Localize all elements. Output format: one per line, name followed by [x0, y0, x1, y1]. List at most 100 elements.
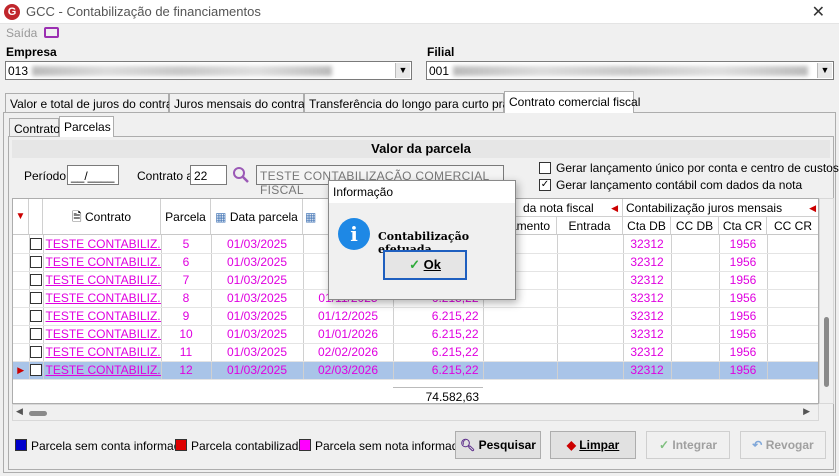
row-checkbox[interactable] [29, 289, 44, 308]
contrato-input[interactable]: 22 [190, 165, 227, 185]
cell-data-parcela[interactable]: 01/03/2025 [211, 325, 304, 344]
collapse-arrow-icon[interactable]: ◀ [809, 203, 816, 214]
table-row[interactable]: TESTE CONTABILIZ... 11 01/03/2025 02/02/202… [13, 343, 818, 362]
col-contrato[interactable]: 🗎 Contrato [43, 199, 161, 235]
row-select-checkbox[interactable] [30, 328, 42, 340]
row-select-checkbox[interactable] [30, 292, 42, 304]
cell-vencimento[interactable]: 01/12/2025 [303, 307, 394, 326]
cell-cta-db[interactable]: 32312 [623, 271, 672, 290]
cell-cc-db[interactable] [671, 343, 720, 362]
menu-exit[interactable]: Saída [6, 26, 37, 40]
cell-entrada[interactable] [557, 253, 624, 272]
cell-cc-cr[interactable] [767, 307, 818, 326]
cell-contrato[interactable]: TESTE CONTABILIZ... [43, 289, 162, 308]
col-entrada[interactable]: Entrada [557, 217, 623, 235]
cell-contrato[interactable]: TESTE CONTABILIZ... [43, 235, 162, 254]
cell-cta-cr[interactable]: 1956 [719, 271, 768, 290]
row-select-checkbox[interactable] [30, 237, 42, 250]
row-checkbox[interactable] [29, 361, 44, 380]
revogar-button[interactable]: ↶ Revogar [740, 431, 826, 459]
cell-entrada[interactable] [557, 307, 624, 326]
row-checkbox[interactable] [29, 235, 44, 254]
table-row[interactable]: TESTE CONTABILIZ... 10 01/03/2025 01/01/202… [13, 325, 818, 344]
cell-lancamento[interactable] [483, 307, 558, 326]
cell-cta-cr[interactable]: 1956 [719, 253, 768, 272]
cell-cta-cr[interactable]: 1956 [719, 289, 768, 308]
ok-button[interactable]: ✓ Ok [383, 250, 467, 280]
cell-valor[interactable]: 6.215,22 [393, 361, 484, 380]
cell-vencimento[interactable]: 01/01/2026 [303, 325, 394, 344]
cell-cta-cr[interactable]: 1956 [719, 307, 768, 326]
cell-entrada[interactable] [557, 235, 624, 254]
subtab-contrato[interactable]: Contrato [9, 118, 60, 137]
cell-contrato[interactable]: TESTE CONTABILIZ... [43, 307, 162, 326]
tab-transferencia[interactable]: Transferência do longo para curto prazo [304, 93, 522, 113]
cell-valor[interactable]: 6.215,22 [393, 307, 484, 326]
cell-data-parcela[interactable]: 01/03/2025 [211, 235, 304, 254]
cell-parcela[interactable]: 12 [161, 361, 212, 380]
cell-cc-cr[interactable] [767, 235, 818, 254]
horizontal-scrollbar[interactable]: ◀ ▶ [12, 404, 819, 421]
col-cta-cr[interactable]: Cta CR [719, 217, 767, 235]
cell-data-parcela[interactable]: 01/03/2025 [211, 307, 304, 326]
periodo-input[interactable]: __/____ [67, 165, 119, 185]
cell-cc-cr[interactable] [767, 271, 818, 290]
cell-contrato[interactable]: TESTE CONTABILIZ... [43, 361, 162, 380]
col-cc-db[interactable]: CC DB [671, 217, 719, 235]
filial-select[interactable]: 001 ▼ [426, 61, 834, 80]
cell-cc-cr[interactable] [767, 289, 818, 308]
cell-entrada[interactable] [557, 361, 624, 380]
cell-entrada[interactable] [557, 271, 624, 290]
cell-contrato[interactable]: TESTE CONTABILIZ... [43, 253, 162, 272]
col-cta-db[interactable]: Cta DB [623, 217, 671, 235]
cell-data-parcela[interactable]: 01/03/2025 [211, 271, 304, 290]
tab-valor-juros[interactable]: Valor e total de juros do contrato [5, 93, 183, 113]
tab-juros-mensais[interactable]: Juros mensais do contrato [169, 93, 315, 113]
cell-valor[interactable]: 6.215,22 [393, 343, 484, 362]
cell-parcela[interactable]: 11 [161, 343, 212, 362]
row-checkbox[interactable] [29, 253, 44, 272]
cell-lancamento[interactable] [483, 343, 558, 362]
cell-cc-db[interactable] [671, 235, 720, 254]
cell-entrada[interactable] [557, 289, 624, 308]
limpar-button[interactable]: ◆ Limpar [550, 431, 636, 459]
cell-cc-cr[interactable] [767, 253, 818, 272]
cell-data-parcela[interactable]: 01/03/2025 [211, 361, 304, 380]
integrar-button[interactable]: ✓ Integrar [646, 431, 730, 459]
cell-cta-cr[interactable]: 1956 [719, 343, 768, 362]
cell-cc-db[interactable] [671, 253, 720, 272]
cell-contrato[interactable]: TESTE CONTABILIZ... [43, 343, 162, 362]
pesquisar-button[interactable]: 🔍︎ Pesquisar [455, 431, 541, 459]
vertical-scrollbar[interactable] [819, 198, 834, 404]
monitor-icon[interactable] [44, 27, 59, 38]
cell-cta-db[interactable]: 32312 [623, 235, 672, 254]
row-checkbox[interactable] [29, 343, 44, 362]
row-checkbox[interactable] [29, 325, 44, 344]
cell-cta-db[interactable]: 32312 [623, 361, 672, 380]
cell-cta-db[interactable]: 32312 [623, 343, 672, 362]
scroll-thumb[interactable] [29, 411, 47, 416]
cell-valor[interactable]: 6.215,22 [393, 325, 484, 344]
cell-data-parcela[interactable]: 01/03/2025 [211, 343, 304, 362]
chevron-down-icon[interactable]: ▼ [817, 63, 832, 78]
cell-cta-db[interactable]: 32312 [623, 289, 672, 308]
close-button[interactable]: ✕ [812, 2, 825, 22]
search-icon[interactable] [232, 166, 250, 184]
collapse-arrow-icon[interactable]: ◀ [611, 203, 618, 214]
cell-vencimento[interactable]: 02/02/2026 [303, 343, 394, 362]
table-row[interactable]: TESTE CONTABILIZ... 9 01/03/2025 01/12/2025… [13, 307, 818, 326]
cell-cc-cr[interactable] [767, 325, 818, 344]
table-row[interactable]: ▶ TESTE CONTABILIZ... 12 01/03/2025 02/03/20… [13, 361, 818, 380]
cell-lancamento[interactable] [483, 325, 558, 344]
opt1-checkbox[interactable] [539, 162, 551, 174]
cell-parcela[interactable]: 5 [161, 235, 212, 254]
empresa-select[interactable]: 013 ▼ [5, 61, 412, 80]
opt2-checkbox[interactable]: ✓ [539, 179, 551, 191]
cell-cc-cr[interactable] [767, 361, 818, 380]
cell-cc-db[interactable] [671, 307, 720, 326]
cell-vencimento[interactable]: 02/03/2026 [303, 361, 394, 380]
cell-cta-db[interactable]: 32312 [623, 307, 672, 326]
cell-cc-cr[interactable] [767, 343, 818, 362]
cell-cc-db[interactable] [671, 289, 720, 308]
cell-cta-db[interactable]: 32312 [623, 325, 672, 344]
